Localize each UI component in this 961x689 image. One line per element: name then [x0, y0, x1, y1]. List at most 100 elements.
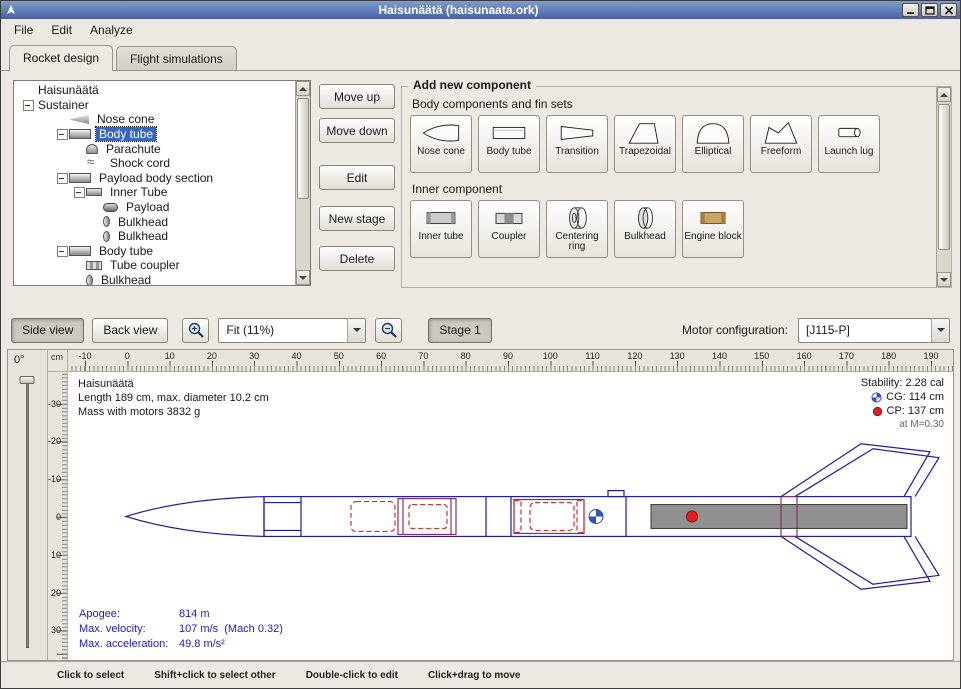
tree-item-bulkhead[interactable]: Bulkhead [14, 229, 295, 244]
tree-expander-icon[interactable] [56, 244, 69, 259]
add-body-tube-button[interactable]: Body tube [478, 115, 540, 173]
zoom-in-button[interactable] [182, 318, 209, 343]
tree-item-inner-tube[interactable]: Inner Tube [14, 185, 295, 200]
edit-button[interactable]: Edit [319, 165, 395, 190]
menu-edit[interactable]: Edit [42, 20, 81, 40]
scrollbar-thumb[interactable] [297, 98, 309, 199]
add-nose-cone-button[interactable]: Nose cone [410, 115, 472, 173]
nose-cone-icon [69, 114, 89, 124]
tree-item-label: Nose cone [94, 112, 157, 126]
cp-marker [687, 511, 698, 522]
tree-indent [90, 229, 103, 244]
tree-item-body-tube[interactable]: Body tube [14, 127, 295, 142]
palette-scrollbar[interactable] [936, 87, 951, 287]
rotation-slider[interactable] [26, 378, 29, 648]
max-velocity-label: Max. velocity: [79, 622, 179, 637]
menu-analyze[interactable]: Analyze [81, 20, 142, 40]
zoom-out-button[interactable] [375, 318, 402, 343]
tree-item-body-tube[interactable]: Body tube [14, 244, 295, 259]
tab-flight-simulations[interactable]: Flight simulations [116, 46, 237, 70]
tree-item-bulkhead[interactable]: Bulkhead [14, 273, 295, 285]
add-coupler-button[interactable]: Coupler [478, 200, 540, 258]
transition-icon [555, 119, 599, 146]
body-tube-icon [69, 129, 91, 139]
scrollbar-track[interactable] [296, 96, 310, 270]
add-inner-tube-button[interactable]: Inner tube [410, 200, 472, 258]
tree-expander-icon[interactable] [56, 127, 69, 142]
tree-indent [73, 141, 86, 156]
tree-expander-icon[interactable] [73, 185, 86, 200]
tree-item-haisunaata[interactable]: Haisunäätä [14, 83, 295, 98]
add-freeform-button[interactable]: Freeform [750, 115, 812, 173]
add-centering-ring-button[interactable]: Centering ring [546, 200, 608, 258]
move-up-button[interactable]: Move up [319, 84, 395, 109]
side-view-button[interactable]: Side view [11, 318, 84, 343]
view-toolbar: Side view Back view Fit (11%) Stage 1 Mo… [1, 314, 960, 346]
add-trapezoidal-button[interactable]: Trapezoidal [614, 115, 676, 173]
cg-value: CG: 114 cm [886, 390, 944, 404]
nose-cone-shape [126, 497, 264, 537]
scrollbar-track[interactable] [937, 102, 951, 272]
motor-configuration-label: Motor configuration: [682, 323, 788, 337]
minimize-button[interactable] [902, 3, 919, 17]
v-ruler-label: -30 [48, 399, 61, 409]
menu-bar: File Edit Analyze [1, 19, 960, 40]
add-engine-block-button[interactable]: Engine block [682, 200, 744, 258]
add-elliptical-button[interactable]: Elliptical [682, 115, 744, 173]
tree-item-payload[interactable]: Payload [14, 200, 295, 215]
rocket-mass: Mass with motors 3832 g [78, 405, 269, 419]
back-view-button[interactable]: Back view [92, 318, 168, 343]
horizontal-ruler: -100102030405060708090100110120130140150… [68, 350, 953, 372]
scroll-up-icon[interactable] [937, 87, 951, 102]
add-launch-lug-button[interactable]: Launch lug [818, 115, 880, 173]
tree-item-sustainer[interactable]: Sustainer [14, 98, 295, 113]
new-stage-button[interactable]: New stage [319, 206, 395, 231]
component-label: Centering ring [548, 232, 606, 252]
tree-item-shock-cord[interactable]: Shock cord [14, 156, 295, 171]
tree-actions: Move up Move down Edit New stage Delete [319, 84, 395, 271]
scroll-down-icon[interactable] [296, 270, 310, 285]
move-down-button[interactable]: Move down [319, 118, 395, 143]
ruler-unit: cm [48, 350, 68, 372]
stage-1-button[interactable]: Stage 1 [428, 318, 491, 343]
component-label: Transition [555, 147, 599, 157]
rocket-name: Haisunäätä [78, 377, 269, 391]
scroll-down-icon[interactable] [937, 272, 951, 287]
add-transition-button[interactable]: Transition [546, 115, 608, 173]
menu-file[interactable]: File [5, 20, 42, 40]
delete-button[interactable]: Delete [319, 246, 395, 271]
tree-item-label: Inner Tube [107, 185, 170, 199]
h-ruler-label: 120 [627, 351, 642, 361]
title-bar[interactable]: Haisunäätä (haisunaata.ork) [1, 1, 960, 19]
tree-item-payload-body-section[interactable]: Payload body section [14, 171, 295, 186]
tree-expander-icon[interactable] [22, 98, 35, 113]
stability-value: Stability: 2.28 cal [861, 376, 944, 390]
scrollbar-thumb[interactable] [938, 104, 950, 250]
tree-item-tube-coupler[interactable]: Tube coupler [14, 258, 295, 273]
motor-configuration-select[interactable]: [J115-P] [798, 318, 950, 343]
rotation-slider-handle[interactable] [20, 376, 35, 384]
scroll-up-icon[interactable] [296, 81, 310, 96]
design-canvas[interactable]: Haisunäätä Length 189 cm, max. diameter … [68, 372, 953, 660]
add-bulkhead-button[interactable]: Bulkhead [614, 200, 676, 258]
tab-rocket-design[interactable]: Rocket design [9, 45, 113, 71]
nose-cone-icon [419, 119, 463, 146]
tree-expander-icon[interactable] [56, 171, 69, 186]
v-ruler-label: -10 [48, 474, 61, 484]
tree-item-bulkhead[interactable]: Bulkhead [14, 214, 295, 229]
tree-item-parachute[interactable]: Parachute [14, 141, 295, 156]
close-button[interactable] [940, 3, 957, 17]
max-acceleration-label: Max. acceleration: [79, 637, 179, 652]
design-pane: HaisunäätäSustainerNose coneBody tubePar… [1, 71, 960, 309]
tree-scrollbar[interactable] [295, 81, 310, 285]
group-label: Inner component [412, 182, 936, 196]
palette-group-1: Inner component Inner tubeCoupler Centeri… [402, 182, 936, 265]
zoom-select[interactable]: Fit (11%) [218, 318, 366, 343]
component-tree[interactable]: HaisunäätäSustainerNose coneBody tubePar… [14, 81, 295, 285]
cg-marker [589, 510, 603, 524]
chevron-down-icon [347, 319, 365, 342]
component-label: Body tube [486, 147, 531, 157]
tree-item-nose-cone[interactable]: Nose cone [14, 112, 295, 127]
maximize-button[interactable] [921, 3, 938, 17]
rotation-control: 0° [8, 350, 48, 660]
